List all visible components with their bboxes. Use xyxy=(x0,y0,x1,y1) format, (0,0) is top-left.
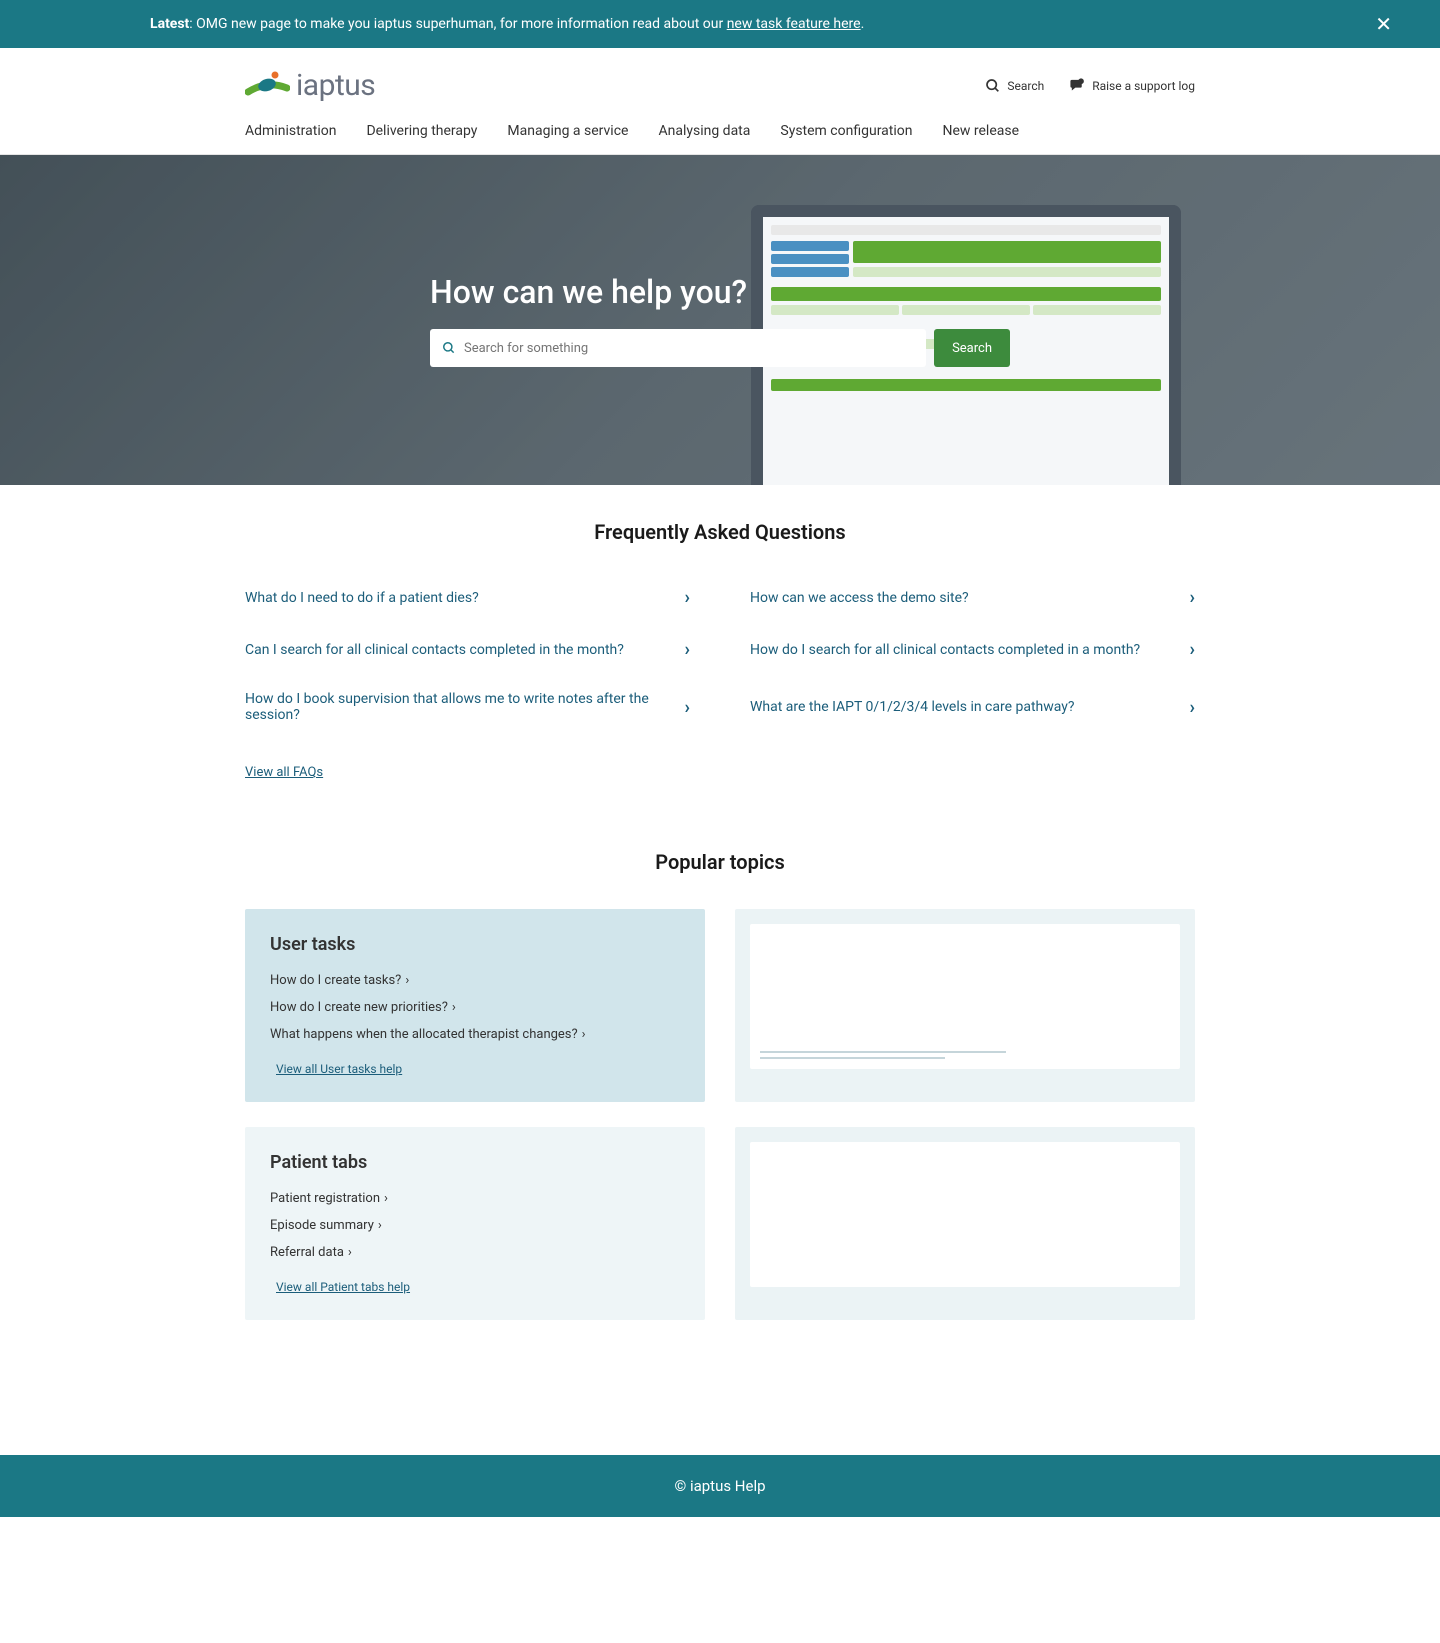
chat-icon xyxy=(1069,77,1086,94)
footer: © iaptus Help xyxy=(0,1455,1440,1517)
support-log-label: Raise a support log xyxy=(1092,79,1195,93)
logo-text: iaptus xyxy=(296,68,375,103)
popular-title: Popular topics xyxy=(245,850,1195,874)
close-icon[interactable]: ✕ xyxy=(1367,12,1400,36)
faq-item[interactable]: What do I need to do if a patient dies?› xyxy=(245,579,690,616)
announcement-banner: Latest: OMG new page to make you iaptus … xyxy=(0,0,1440,48)
banner-suffix: . xyxy=(861,16,865,32)
faq-text: Can I search for all clinical contacts c… xyxy=(245,642,685,658)
site-header: iaptus Search Raise a support log Admini… xyxy=(0,48,1440,155)
chevron-right-icon: › xyxy=(452,1000,456,1015)
topic-link[interactable]: Episode summary › xyxy=(270,1218,680,1233)
placeholder-image xyxy=(750,1142,1180,1287)
topic-card-user-tasks: User tasks How do I create tasks? › How d… xyxy=(245,909,705,1102)
topic-link[interactable]: How do I create tasks? › xyxy=(270,973,680,988)
search-box xyxy=(430,329,926,367)
topic-card-patient-tabs: Patient tabs Patient registration › Episo… xyxy=(245,1127,705,1320)
search-button[interactable]: Search xyxy=(934,329,1010,367)
faq-item[interactable]: Can I search for all clinical contacts c… xyxy=(245,631,690,668)
topic-card-image xyxy=(735,909,1195,1102)
topic-link-text: What happens when the allocated therapis… xyxy=(270,1027,578,1042)
faq-section: Frequently Asked Questions What do I nee… xyxy=(205,485,1235,815)
chevron-right-icon: › xyxy=(405,973,409,988)
faq-item[interactable]: How do I book supervision that allows me… xyxy=(245,683,690,731)
topic-link-text: Episode summary xyxy=(270,1218,374,1233)
hero-title: How can we help you? xyxy=(430,273,1010,311)
nav-managing-service[interactable]: Managing a service xyxy=(507,123,628,139)
chevron-right-icon: › xyxy=(685,639,690,660)
view-all-patient-tabs-link[interactable]: View all Patient tabs help xyxy=(276,1280,410,1294)
topic-link-text: Referral data xyxy=(270,1245,344,1260)
topic-link[interactable]: Referral data › xyxy=(270,1245,680,1260)
faq-text: What do I need to do if a patient dies? xyxy=(245,590,685,606)
chevron-right-icon: › xyxy=(384,1191,388,1206)
chevron-right-icon: › xyxy=(685,587,690,608)
faq-text: How do I search for all clinical contact… xyxy=(750,642,1190,658)
popular-topics-section: Popular topics User tasks How do I creat… xyxy=(205,815,1235,1355)
topic-title: User tasks xyxy=(270,934,680,955)
banner-link[interactable]: new task feature here xyxy=(727,16,861,32)
chevron-right-icon: › xyxy=(1190,697,1195,718)
view-all-user-tasks-link[interactable]: View all User tasks help xyxy=(276,1062,402,1076)
hero: How can we help you? Search xyxy=(0,155,1440,485)
topic-link-text: How do I create new priorities? xyxy=(270,1000,448,1015)
nav-analysing-data[interactable]: Analysing data xyxy=(658,123,750,139)
faq-item[interactable]: What are the IAPT 0/1/2/3/4 levels in ca… xyxy=(750,683,1195,731)
placeholder-image xyxy=(750,924,1180,1069)
chevron-right-icon: › xyxy=(348,1245,352,1260)
topic-title: Patient tabs xyxy=(270,1152,680,1173)
nav-delivering-therapy[interactable]: Delivering therapy xyxy=(366,123,477,139)
chevron-right-icon: › xyxy=(1190,639,1195,660)
topic-card-image xyxy=(735,1127,1195,1320)
banner-prefix: Latest xyxy=(150,16,189,32)
faq-text: How can we access the demo site? xyxy=(750,590,1190,606)
faq-text: What are the IAPT 0/1/2/3/4 levels in ca… xyxy=(750,699,1190,715)
chevron-right-icon: › xyxy=(582,1027,586,1042)
logo-mark-icon xyxy=(245,68,290,103)
header-search-label: Search xyxy=(1007,79,1044,93)
topic-link[interactable]: Patient registration › xyxy=(270,1191,680,1206)
nav-new-release[interactable]: New release xyxy=(942,123,1019,139)
search-input[interactable] xyxy=(456,341,914,356)
chevron-right-icon: › xyxy=(1190,587,1195,608)
nav-administration[interactable]: Administration xyxy=(245,123,336,139)
topic-link[interactable]: What happens when the allocated therapis… xyxy=(270,1027,680,1042)
view-all-faqs-link[interactable]: View all FAQs xyxy=(245,765,323,780)
nav-system-configuration[interactable]: System configuration xyxy=(780,123,912,139)
header-search-button[interactable]: Search xyxy=(985,78,1044,94)
main-nav: Administration Delivering therapy Managi… xyxy=(245,123,1195,154)
faq-item[interactable]: How do I search for all clinical contact… xyxy=(750,631,1195,668)
faq-title: Frequently Asked Questions xyxy=(245,520,1195,544)
topic-link-text: Patient registration xyxy=(270,1191,380,1206)
chevron-right-icon: › xyxy=(378,1218,382,1233)
topic-link-text: How do I create tasks? xyxy=(270,973,401,988)
logo[interactable]: iaptus xyxy=(245,68,375,103)
banner-body: : OMG new page to make you iaptus superh… xyxy=(189,16,726,32)
faq-text: How do I book supervision that allows me… xyxy=(245,691,685,723)
search-icon xyxy=(985,78,1001,94)
chevron-right-icon: › xyxy=(685,697,690,718)
faq-item[interactable]: How can we access the demo site?› xyxy=(750,579,1195,616)
banner-text: Latest: OMG new page to make you iaptus … xyxy=(40,16,1367,32)
topic-link[interactable]: How do I create new priorities? › xyxy=(270,1000,680,1015)
support-log-button[interactable]: Raise a support log xyxy=(1069,77,1195,94)
search-icon xyxy=(442,341,456,355)
